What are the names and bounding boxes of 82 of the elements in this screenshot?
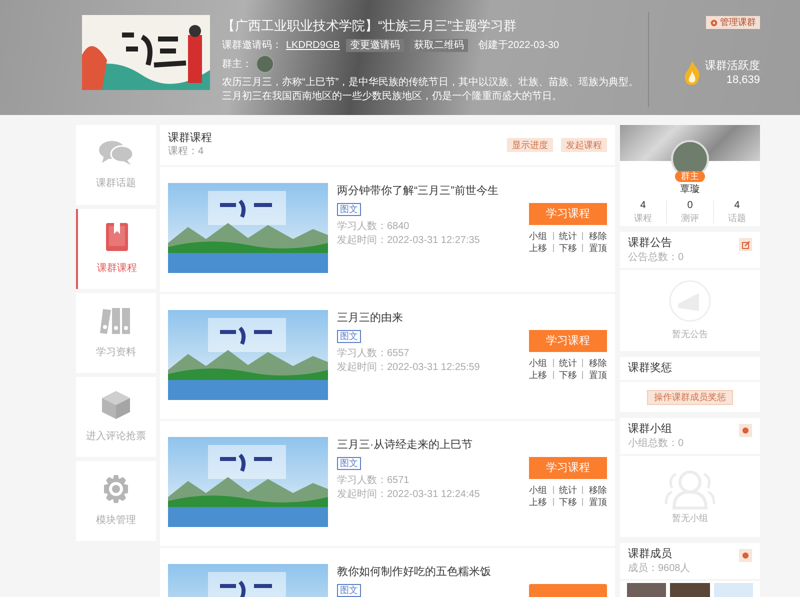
nav-label: 进入评论抢票 (86, 430, 146, 444)
owner-avatar (256, 55, 274, 73)
cube-icon (102, 390, 130, 418)
chat-bubbles-icon (99, 140, 133, 166)
course-tag: 图文 (337, 457, 361, 470)
course-title[interactable]: 三月三的由来 (337, 311, 403, 325)
empty-message: 暂无公告 (672, 328, 708, 341)
invite-action-button[interactable]: 变更邀请码 (346, 39, 404, 52)
course-action-link[interactable]: 下移 (557, 369, 579, 381)
publish-time: 发起时间：2022-03-31 12:25:59 (337, 361, 480, 374)
owner-badge: 群主 (675, 171, 705, 182)
gear-icon (102, 474, 130, 502)
course-action-link[interactable]: 上移 (529, 242, 550, 254)
nav-label: 模块管理 (96, 514, 136, 528)
settings-icon (742, 427, 749, 434)
course-action-link[interactable]: 置顶 (586, 369, 607, 381)
section-count: 公告总数：0 (628, 251, 684, 264)
stat-value: 4 (734, 200, 740, 212)
invite-label: 课群邀请码： (222, 38, 282, 53)
empty-message: 暂无小组 (672, 512, 708, 525)
settings-icon (742, 552, 749, 559)
learner-count: 学习人数：6840 (337, 220, 410, 233)
course-action-link[interactable]: 上移 (529, 369, 550, 381)
stat-label: 话题 (728, 212, 746, 224)
nav-item[interactable]: 课群课程 (76, 209, 156, 289)
activity-label: 课群活跃度 (705, 59, 760, 73)
section-count: 成员：9608人 (628, 562, 690, 575)
activity-value: 18,639 (726, 73, 760, 87)
section-title: 课群公告 (628, 236, 673, 251)
book-icon (106, 222, 128, 250)
settings-button[interactable] (739, 549, 752, 562)
binders-icon (100, 306, 132, 334)
course-tag: 图文 (337, 203, 361, 216)
stat-label: 测评 (681, 212, 699, 224)
course-action-link[interactable]: 移除 (586, 357, 607, 369)
course-action-link[interactable]: 统计 (557, 230, 579, 242)
owner-label: 群主： (222, 58, 252, 72)
panel-title: 课群课程 (168, 131, 212, 145)
course-action-link[interactable]: 上移 (529, 496, 550, 508)
edit-icon (742, 240, 750, 248)
course-action-link[interactable]: 统计 (557, 484, 579, 496)
course-action-link[interactable]: 移除 (586, 230, 607, 242)
publish-time: 发起时间：2022-03-31 12:24:45 (337, 488, 480, 501)
course-action-link[interactable]: 小组 (529, 230, 550, 242)
course-action-link[interactable]: 小组 (529, 357, 550, 369)
course-action-link[interactable]: 下移 (557, 496, 579, 508)
course-title[interactable]: 教你如何制作好吃的五色糯米饭 (337, 565, 491, 579)
gear-icon (710, 18, 718, 26)
group-title: 【广西工业职业技术学院】“壮族三月三”主题学习群 (222, 17, 518, 35)
course-title[interactable]: 两分钟带你了解“三月三”前世今生 (337, 184, 498, 198)
stat-value: 0 (687, 200, 693, 212)
invite-action-button[interactable]: 获取二维码 (410, 39, 468, 52)
course-action-link[interactable]: 下移 (557, 242, 579, 254)
section-title: 课群奖惩 (628, 361, 672, 376)
course-action-link[interactable]: 置顶 (586, 242, 607, 254)
course-tag: 图文 (337, 584, 361, 597)
manage-group-button[interactable]: 管理课群 (706, 16, 760, 29)
invite-code: LKDRD9GB (286, 39, 340, 53)
course-title[interactable]: 三月三·从诗经走来的上巳节 (337, 438, 473, 452)
stat-value: 4 (640, 200, 646, 212)
course-tag: 图文 (337, 330, 361, 343)
created-date: 创建于2022-03-30 (478, 38, 560, 53)
stat-label: 课程 (634, 212, 652, 224)
course-action-link[interactable]: 小组 (529, 484, 550, 496)
owner-name: 覃璇 (680, 184, 700, 196)
group-description: 农历三月三，亦称“上巳节”，是中华民族的传统节日，其中以汉族、壮族、苗族、瑶族为典型。三月初三在我国西南地区的一些少数民族地区，仍是一个隆重而盛大的节日。 (222, 76, 640, 104)
learner-count: 学习人数：6557 (337, 347, 410, 360)
nav-label: 课群课程 (97, 262, 137, 276)
course-action-link[interactable]: 置顶 (586, 496, 607, 508)
section-count: 小组总数：0 (628, 437, 684, 450)
course-count: 课程：4 (168, 145, 205, 159)
course-action-link[interactable]: 移除 (586, 484, 607, 496)
edit-button[interactable] (739, 238, 752, 251)
settings-button[interactable] (739, 424, 752, 437)
nav-label: 课群话题 (96, 176, 136, 190)
nav-label: 学习资料 (96, 346, 136, 360)
section-title: 课群成员 (628, 547, 673, 562)
publish-time: 发起时间：2022-03-31 12:27:35 (337, 234, 480, 247)
course-action-link[interactable]: 统计 (557, 357, 579, 369)
flame-icon (683, 61, 701, 85)
section-title: 课群小组 (628, 422, 673, 437)
learner-count: 学习人数：6571 (337, 474, 410, 487)
